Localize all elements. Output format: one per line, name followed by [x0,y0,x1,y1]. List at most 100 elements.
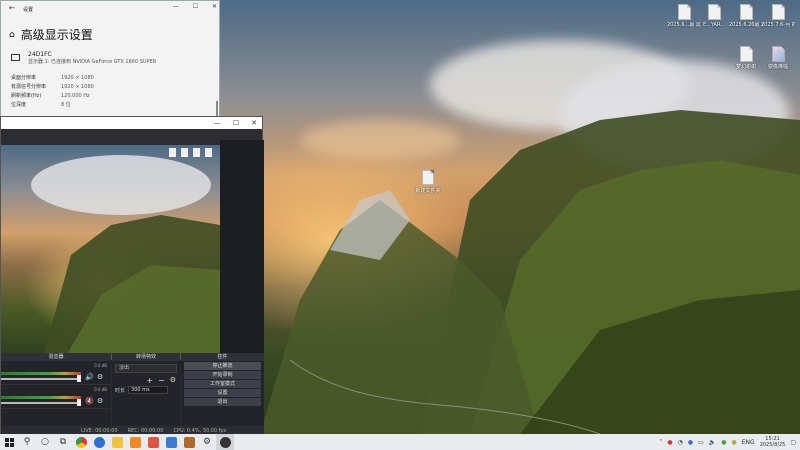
desktop-file-icon[interactable]: 2025.6...最 需完... [667,4,701,28]
dock-title: 控件 [181,353,264,361]
gear-icon[interactable]: ⚙ [198,434,216,450]
controls-dock: 控件 停止推流 开始录制 工作室模式 设置 退出 [181,353,264,435]
document-icon [181,148,188,157]
volume-meter [1,396,81,399]
dock-title: 转场特效 [112,353,180,361]
audio-mixer-dock: 混音器 0.0 dB 🔊 ⚙ 0.0 dB 🔇 ⚙ [1,353,111,435]
monitor-detail: 显示器 1: 已连接到 NVIDIA GeForce GTX 1660 SUPE… [28,59,157,65]
desktop-file-icon[interactable]: 梦幻谢谢 [729,46,763,70]
task-view-icon[interactable]: ⧉ [54,434,72,450]
transition-select[interactable]: 淡出 [115,364,177,373]
maximize-icon[interactable]: ☐ [233,119,239,127]
scrollbar[interactable] [216,101,218,117]
gear-icon[interactable]: ⚙ [97,397,103,405]
obs-preview[interactable] [1,145,220,365]
back-arrow-icon[interactable]: ← [9,4,15,12]
speaker-icon[interactable]: 🔊 [85,373,94,381]
info-row: 桌面分辨率 1920 × 1080 [11,74,94,82]
volume-slider[interactable] [1,402,81,404]
tray-app-icon[interactable]: ● [667,439,672,446]
info-row: 位深度 8 位 [11,102,71,108]
mixer-channel: 0.0 dB 🔇 ⚙ [1,385,111,409]
document-icon [707,4,721,20]
obs-taskbar-icon[interactable] [216,434,234,450]
dock-title: 混音器 [1,353,111,361]
minus-icon[interactable]: − [158,376,165,386]
settings-button[interactable]: 设置 [184,389,261,397]
desktop-app-icon[interactable]: 镜像降临 [761,46,795,70]
studio-mode-button[interactable]: 工作室模式 [184,380,261,388]
desktop-folder-icon[interactable]: 新建文件夹 [413,170,443,194]
gear-icon[interactable]: ⚙ [97,373,103,381]
system-tray: ˄ ● ◔ ● ▭ 🔈 ● ● ENG 15:21 2025/8/25 ▢ [659,434,796,450]
duration-row: 时长 300 ms [112,386,180,394]
maximize-icon[interactable]: ☐ [193,3,198,10]
plus-icon[interactable]: + [146,376,153,386]
app-brown-taskbar-icon[interactable] [180,434,198,450]
transition-tools: + − ⚙ [112,376,180,386]
volume-slider-knob[interactable] [77,375,81,382]
document-icon [677,4,691,20]
cpu-status: CPU: 0.4%, 30.00 fps [173,427,227,434]
network-icon[interactable]: ▭ [698,439,704,446]
start-button[interactable] [0,434,18,450]
search-icon[interactable]: ⚲ [18,434,36,450]
obs-window: — ☐ ✕ 混音器 0.0 dB 🔊 ⚙ 0.0 dB 🔇 ⚙ 转场特效 淡出 … [0,116,264,435]
display-info-list: 桌面分辨率 1920 × 1080 有源信号分辨率 1920 × 1080 刷新… [11,73,94,109]
app-red-taskbar-icon[interactable] [144,434,162,450]
tray-app-icon[interactable]: ◔ [678,439,683,446]
monitor-icon [11,54,20,61]
stop-streaming-button[interactable]: 停止推流 [184,362,261,370]
volume-slider-knob[interactable] [77,399,81,406]
monitor-info: 24D1FC 显示器 1: 已连接到 NVIDIA GeForce GTX 16… [11,51,156,65]
notification-icon[interactable]: ▢ [790,439,796,446]
document-icon [193,148,200,157]
info-row: 刷新频率(Hz) 120.000 Hz [11,92,90,100]
cortana-icon[interactable]: ○ [36,434,54,450]
desktop-file-icon[interactable]: 2025.6.26最 需完成(N... [729,4,763,28]
volume-slider[interactable] [1,378,81,380]
preview-landscape [31,155,220,365]
minimize-icon[interactable]: — [173,3,179,10]
chrome-taskbar-icon[interactable] [72,434,90,450]
exit-button[interactable]: 退出 [184,398,261,406]
minimize-icon[interactable]: — [214,119,221,127]
desktop-file-icon[interactable]: 2025.7.6-另 的5天-同计... [761,4,795,28]
live-status: LIVE: 00:00:00 [81,427,118,434]
tray-app-icon[interactable]: ● [688,439,693,446]
app-orange-taskbar-icon[interactable] [126,434,144,450]
obs-side-area [220,140,264,368]
duration-input[interactable]: 300 ms [128,386,169,394]
obs-menubar [1,129,262,140]
speaker-muted-icon[interactable]: 🔇 [85,397,94,405]
close-icon[interactable]: ✕ [251,119,257,127]
document-icon [422,170,434,185]
volume-icon[interactable]: 🔈 [709,439,716,446]
home-icon[interactable]: ⌂ [9,30,15,40]
clock[interactable]: 15:21 2025/8/25 [760,436,786,448]
app-blue-taskbar-icon[interactable] [162,434,180,450]
document-icon [205,148,212,157]
preview-desktop-icons [169,148,212,157]
volume-meter [1,372,81,375]
tray-app-icon[interactable]: ● [721,439,726,446]
info-row: 有源信号分辨率 1920 × 1080 [11,83,94,91]
file-explorer-icon[interactable] [108,434,126,450]
gear-icon[interactable]: ⚙ [170,376,176,386]
start-recording-button[interactable]: 开始录制 [184,371,261,379]
window-title: 设置 [23,6,34,13]
chevron-up-icon[interactable]: ˄ [659,439,662,446]
monitor-name: 24D1FC [28,51,52,58]
app-k-taskbar-icon[interactable] [90,434,108,450]
document-icon [169,148,176,157]
language-indicator[interactable]: ENG [742,439,755,446]
rec-status: REC: 00:00:00 [127,427,164,434]
document-icon [771,4,785,20]
tray-app-icon[interactable]: ● [732,439,737,446]
desktop-file-icon[interactable]: E...YAR... [697,4,731,28]
obs-titlebar: — ☐ ✕ [1,117,262,129]
close-icon[interactable]: ✕ [212,3,217,10]
document-icon [739,4,753,20]
mixer-channel: 0.0 dB 🔊 ⚙ [1,361,111,385]
transitions-dock: 转场特效 淡出 + − ⚙ 时长 300 ms [112,353,180,435]
